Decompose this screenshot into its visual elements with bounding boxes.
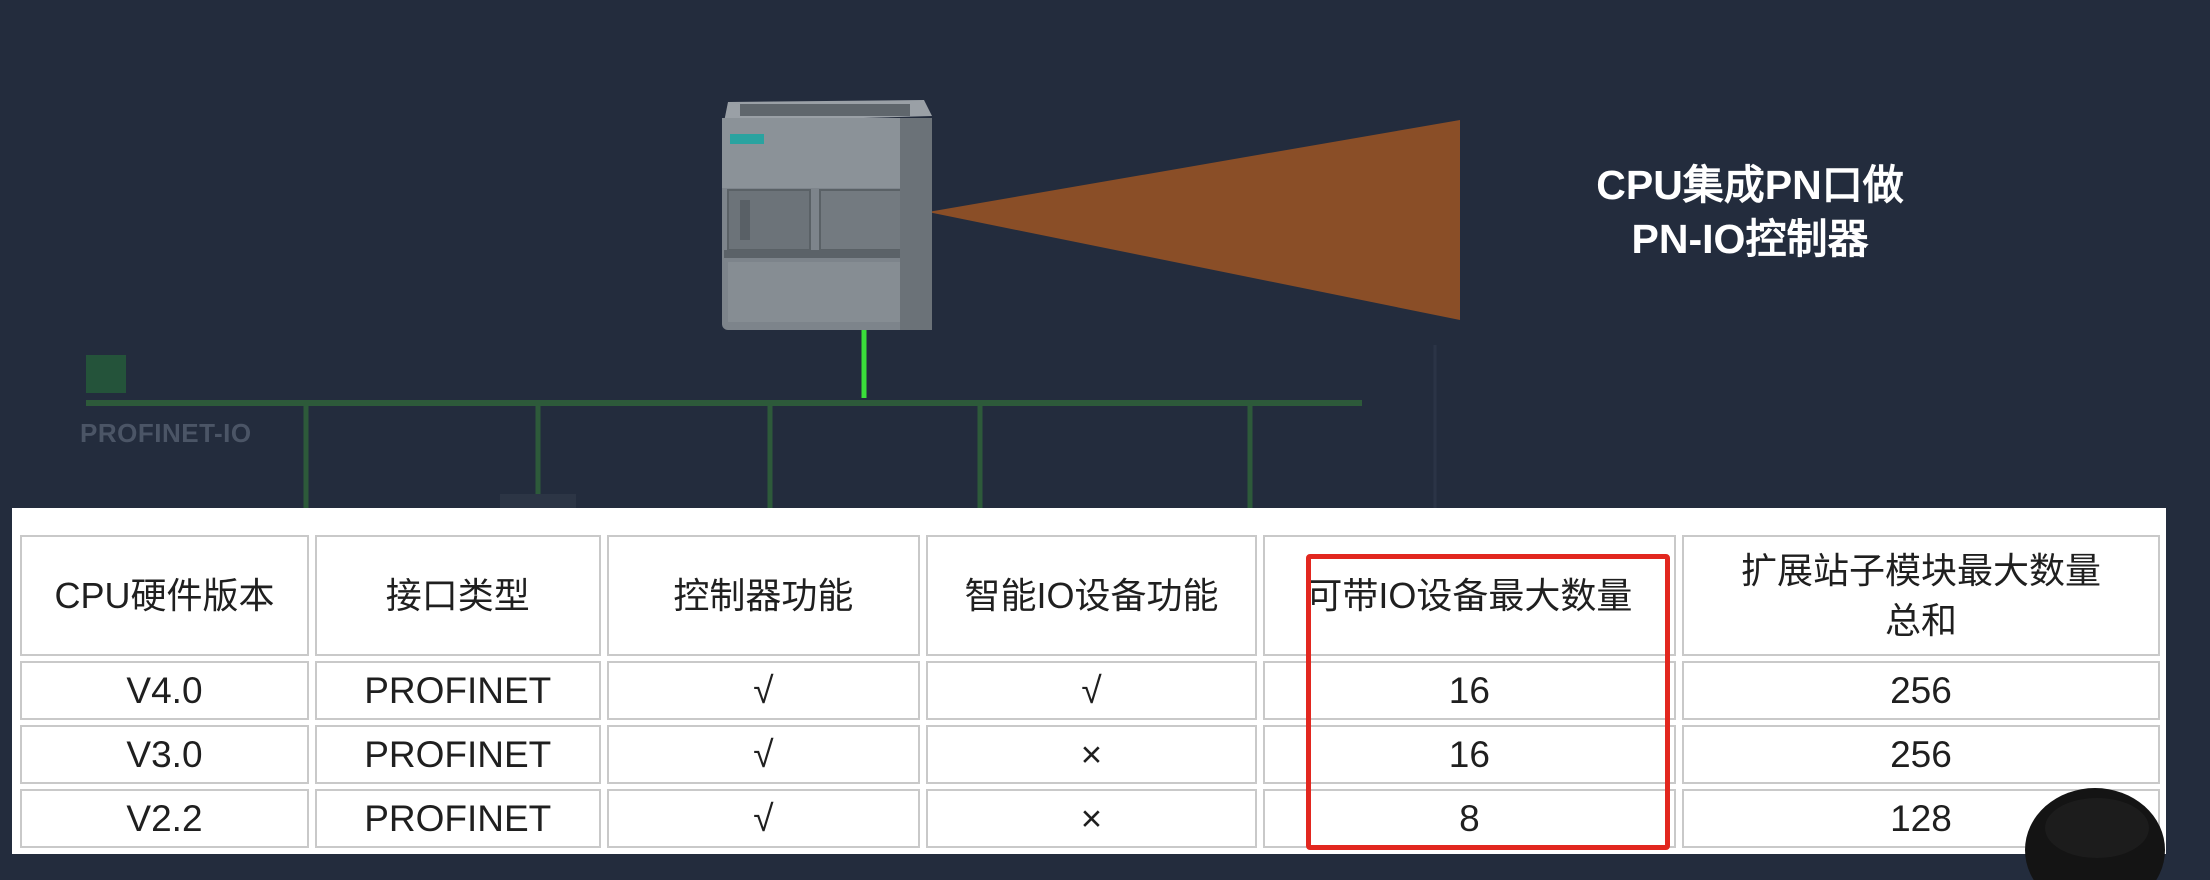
table-cell: 256 [1681, 661, 2160, 720]
table-row: V3.0 PROFINET √ × 16 256 [20, 725, 2160, 784]
header-max-submodules: 扩展站子模块最大数量 总和 [1681, 535, 2160, 656]
plc-cpu-icon [722, 100, 932, 330]
table-cell: × [926, 725, 1257, 784]
table-cell: V2.2 [20, 789, 309, 848]
table-cell: V3.0 [20, 725, 309, 784]
network-node-square [86, 355, 126, 393]
table-cell: × [926, 789, 1257, 848]
callout-line-1: CPU集成PN口做 [1596, 162, 1904, 208]
table-header-row: CPU硬件版本 接口类型 控制器功能 智能IO设备功能 可带IO设备最大数量 扩… [20, 535, 2160, 656]
table-cell: √ [926, 661, 1257, 720]
spec-table: CPU硬件版本 接口类型 控制器功能 智能IO设备功能 可带IO设备最大数量 扩… [14, 530, 2166, 853]
table-cell: PROFINET [314, 789, 601, 848]
table-cell: PROFINET [314, 661, 601, 720]
table-row: V2.2 PROFINET √ × 8 128 [20, 789, 2160, 848]
table-cell: √ [606, 789, 921, 848]
table-cell: V4.0 [20, 661, 309, 720]
callout-text: CPU集成PN口做 PN-IO控制器 [1520, 158, 1980, 266]
table-cell: √ [606, 661, 921, 720]
device-stub [500, 494, 576, 508]
presenter-avatar-icon [2025, 788, 2165, 880]
signal-beam [928, 120, 1460, 320]
header-max-submodules-line2: 总和 [1884, 599, 1957, 641]
highlight-box [1306, 554, 1670, 850]
network-label: PROFINET-IO [80, 418, 252, 448]
header-cpu-version: CPU硬件版本 [20, 535, 309, 656]
header-max-submodules-line1: 扩展站子模块最大数量 [1740, 549, 2101, 591]
header-controller-function: 控制器功能 [606, 535, 921, 656]
spec-table-panel: CPU硬件版本 接口类型 控制器功能 智能IO设备功能 可带IO设备最大数量 扩… [12, 508, 2166, 854]
header-i-device-function: 智能IO设备功能 [926, 535, 1257, 656]
table-cell: √ [606, 725, 921, 784]
table-cell: PROFINET [314, 725, 601, 784]
slide: CPU集成PN口做 PN-IO控制器 PROFINET-IO CPU硬件版本 接… [0, 0, 2210, 880]
header-interface-type: 接口类型 [314, 535, 601, 656]
table-cell: 256 [1681, 725, 2160, 784]
callout-line-2: PN-IO控制器 [1631, 216, 1869, 262]
table-row: V4.0 PROFINET √ √ 16 256 [20, 661, 2160, 720]
